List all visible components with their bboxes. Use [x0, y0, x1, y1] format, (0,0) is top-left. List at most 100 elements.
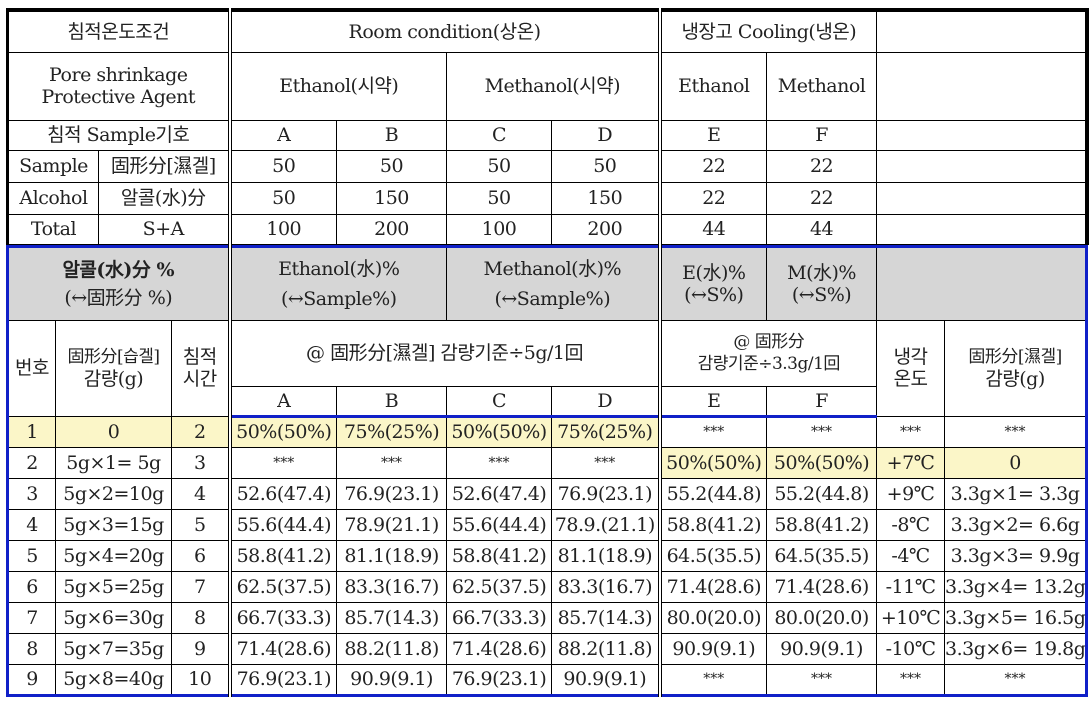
- results-table: 알콜(水)分 % (↔固形分 %) Ethanol(水)% (↔Sample%)…: [5, 244, 1089, 697]
- cell-d: 83.3(16.7): [551, 570, 661, 603]
- value-cell: 50: [446, 149, 553, 183]
- value-cell: 50: [227, 149, 338, 183]
- agent-label: Pore shrinkage Protective Agent: [5, 51, 231, 121]
- cool-basis-header: @ 固形分 감량기준÷3.3g/1回: [657, 319, 878, 387]
- e-pct-line1: E(水)%: [682, 261, 746, 284]
- cell-e: 58.8(41.2): [657, 508, 768, 541]
- cell-reduce: 5g×1= 5g: [55, 446, 172, 479]
- cell-b: ***: [336, 446, 448, 479]
- cell-time: 7: [170, 570, 231, 603]
- ethanol-pct-header: Ethanol(水)% (↔Sample%): [227, 244, 448, 321]
- ethanol-reagent-header: Ethanol(시약): [227, 51, 448, 121]
- sample-code-label: 침적 Sample기호: [5, 119, 231, 151]
- cell-f: 58.8(41.2): [766, 508, 878, 541]
- cell-c: 52.6(47.4): [446, 477, 553, 510]
- cool-reduce-line2: 감량(g): [985, 368, 1045, 390]
- time-header-line2: 시간: [182, 368, 217, 390]
- cell-reduce: 5g×4=20g: [55, 539, 172, 572]
- m-pct-line2: (↔S%): [791, 283, 852, 306]
- cell-creduce: ***: [944, 415, 1089, 448]
- agent-label-line2: Protective Agent: [41, 86, 196, 108]
- cell-no: 4: [6, 508, 56, 541]
- empty-cell: [876, 213, 1089, 245]
- cell-f: 71.4(28.6): [766, 570, 878, 603]
- value-cell: 22: [766, 149, 878, 183]
- cell-no: 8: [6, 632, 56, 665]
- reduce-header-line1: 固形分[습겔]: [67, 347, 160, 367]
- cell-b: 75%(25%): [336, 415, 448, 448]
- sample-row: Sample 固形分[濕겔] 50 50 50 50 22 22: [6, 149, 1089, 183]
- value-cell: 50: [551, 149, 661, 183]
- cell-b: 76.9(23.1): [336, 477, 448, 510]
- code-d: D: [551, 119, 661, 151]
- value-cell: 22: [657, 149, 768, 183]
- cell-e: 55.2(44.8): [657, 477, 768, 510]
- code-a: A: [227, 385, 338, 418]
- cell-creduce: 3.3g×5= 16.5g: [944, 601, 1089, 634]
- cell-creduce: 3.3g×3= 9.9g: [944, 539, 1089, 572]
- cell-e: 64.5(35.5): [657, 539, 768, 572]
- cell-temp: +7℃: [876, 446, 946, 479]
- value-cell: 50: [227, 181, 338, 215]
- e-pct-line2: (↔S%): [684, 283, 744, 306]
- cell-temp: -4℃: [876, 539, 946, 572]
- value-cell: 150: [551, 181, 661, 215]
- table-row: 9 5g×8=40g 10 76.9(23.1) 90.9(9.1) 76.9(23.1)…: [6, 663, 1089, 697]
- cool-reduce-line1: 固形分[濕겔]: [968, 347, 1062, 367]
- cell-time: 10: [170, 663, 231, 697]
- cell-e: 80.0(20.0): [657, 601, 768, 634]
- cell-b: 83.3(16.7): [336, 570, 448, 603]
- cell-e: 50%(50%): [657, 446, 768, 479]
- value-cell: 44: [766, 213, 878, 245]
- table-row: 3 5g×2=10g 4 52.6(47.4) 76.9(23.1) 52.6(47.4)…: [6, 477, 1089, 510]
- cell-no: 3: [6, 477, 56, 510]
- empty-cell: [876, 181, 1089, 215]
- cell-a: 50%(50%): [227, 415, 338, 448]
- cell-f: ***: [766, 415, 878, 448]
- cell-c: 58.8(41.2): [446, 539, 553, 572]
- m-pct-line1: M(水)%: [787, 261, 856, 284]
- table-row: 8 5g×7=35g 9 71.4(28.6) 88.2(11.8) 71.4(28.6)…: [6, 632, 1089, 665]
- cell-reduce: 5g×3=15g: [55, 508, 172, 541]
- cell-creduce: 3.3g×1= 3.3g: [944, 477, 1089, 510]
- row-sublabel: S+A: [97, 213, 231, 245]
- cell-f: 80.0(20.0): [766, 601, 878, 634]
- cell-a: ***: [227, 446, 338, 479]
- cell-no: 1: [6, 415, 56, 448]
- value-cell: 22: [766, 181, 878, 215]
- row-sublabel: 알콜(水)分: [97, 181, 231, 215]
- cell-time: 4: [170, 477, 231, 510]
- table-row: 4 5g×3=15g 5 55.6(44.4) 78.9(21.1) 55.6(44.4)…: [6, 508, 1089, 541]
- value-cell: 200: [551, 213, 661, 245]
- cell-a: 58.8(41.2): [227, 539, 338, 572]
- cell-temp: +9℃: [876, 477, 946, 510]
- cell-c: 66.7(33.3): [446, 601, 553, 634]
- e-pct-header: E(水)% (↔S%): [657, 244, 768, 321]
- cell-reduce: 0: [55, 415, 172, 448]
- value-cell: 22: [657, 181, 768, 215]
- cool-reduce-header: 固形分[濕겔] 감량(g): [944, 319, 1089, 417]
- cell-e: 90.9(9.1): [657, 632, 768, 665]
- cell-b: 90.9(9.1): [336, 663, 448, 697]
- cell-temp: ***: [876, 415, 946, 448]
- cell-temp: -11℃: [876, 570, 946, 603]
- ethanol-header: Ethanol: [657, 51, 768, 121]
- row-sublabel: 固形分[濕겔]: [97, 149, 231, 183]
- reduce-header-line2: 감량(g): [83, 368, 144, 390]
- cell-f: 90.9(9.1): [766, 632, 878, 665]
- cell-a: 62.5(37.5): [227, 570, 338, 603]
- cell-time: 5: [170, 508, 231, 541]
- m-pct-header: M(水)% (↔S%): [766, 244, 878, 321]
- value-cell: 50: [446, 181, 553, 215]
- alcohol-pct-line1: 알콜(水)分 %: [62, 258, 175, 281]
- alcohol-row: Alcohol 알콜(水)分 50 150 50 150 22 22: [6, 181, 1089, 215]
- empty-cell: [876, 149, 1089, 183]
- cool-temp-line1: 냉각: [893, 346, 928, 368]
- cell-no: 9: [6, 663, 56, 697]
- value-cell: 44: [657, 213, 768, 245]
- cell-a: 71.4(28.6): [227, 632, 338, 665]
- cell-c: 50%(50%): [446, 415, 553, 448]
- cell-b: 88.2(11.8): [336, 632, 448, 665]
- cell-reduce: 5g×6=30g: [55, 601, 172, 634]
- row-label: Alcohol: [6, 181, 99, 215]
